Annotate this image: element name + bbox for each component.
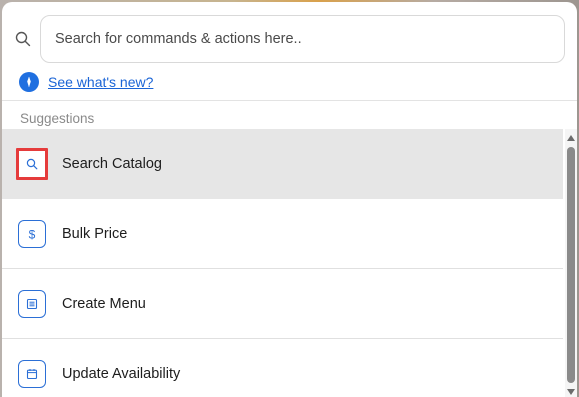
calendar-icon xyxy=(18,359,46,388)
suggestion-update-availability[interactable]: Update Availability xyxy=(2,339,563,397)
whats-new-link[interactable]: See what's new? xyxy=(48,74,153,90)
whats-new-row[interactable]: See what's new? xyxy=(19,71,153,93)
suggestions-list: Search Catalog $ Bulk Price Create Menu xyxy=(2,129,563,397)
command-palette: See what's new? Suggestions Search Catal… xyxy=(2,2,577,397)
menu-icon xyxy=(18,289,46,318)
search-icon xyxy=(16,148,48,180)
suggestion-label: Bulk Price xyxy=(62,225,128,242)
dollar-icon: $ xyxy=(18,219,46,248)
suggestion-search-catalog[interactable]: Search Catalog xyxy=(2,129,563,199)
suggestion-label: Create Menu xyxy=(62,295,146,312)
search-box[interactable] xyxy=(40,15,565,63)
sparkle-icon[interactable] xyxy=(19,72,39,92)
scrollbar[interactable] xyxy=(565,129,577,397)
suggestion-bulk-price[interactable]: $ Bulk Price xyxy=(2,199,563,269)
suggestion-create-menu[interactable]: Create Menu xyxy=(2,269,563,339)
divider xyxy=(2,100,577,101)
scroll-up-arrow-icon[interactable] xyxy=(567,135,575,141)
scrollbar-thumb[interactable] xyxy=(567,147,575,383)
scroll-down-arrow-icon[interactable] xyxy=(567,389,575,395)
suggestions-heading: Suggestions xyxy=(20,111,95,126)
search-icon xyxy=(15,31,31,47)
suggestion-label: Search Catalog xyxy=(62,156,162,172)
svg-text:$: $ xyxy=(29,227,36,241)
suggestion-label: Update Availability xyxy=(62,365,181,382)
search-row xyxy=(2,2,577,68)
search-input[interactable] xyxy=(53,30,564,48)
